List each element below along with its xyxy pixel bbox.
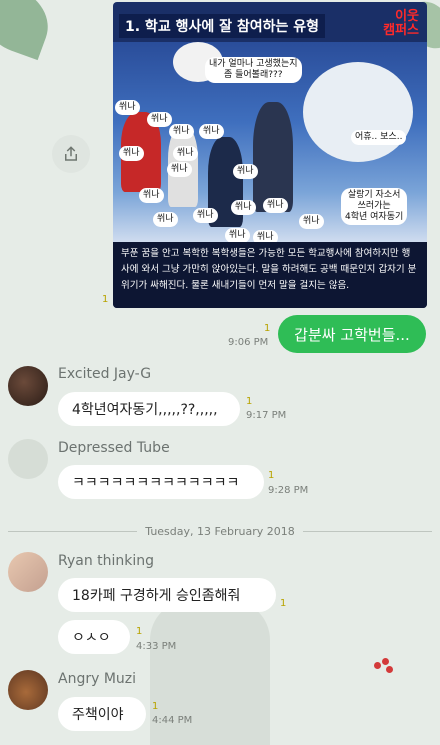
- date-divider: Tuesday, 13 February 2018: [0, 521, 440, 541]
- my-message-bubble[interactable]: 갑분싸 고학번들...: [278, 315, 426, 353]
- message-bubble[interactable]: 주책이야: [58, 697, 146, 731]
- figure: [303, 62, 413, 162]
- whoosh-label: 쒸나: [115, 100, 140, 115]
- message-bubble[interactable]: 4학년여자동기,,,,,??,,,,,: [58, 392, 240, 426]
- background-berry: [382, 658, 389, 665]
- share-button[interactable]: [52, 135, 90, 173]
- speech-bubble: 내가 얼마나 고생했는지 좀 들어볼래???: [205, 57, 302, 83]
- unread-count: 1: [268, 470, 275, 481]
- unread-count: 1: [264, 323, 271, 334]
- divider-line: [302, 530, 433, 532]
- sender-name: Ryan thinking: [58, 553, 155, 569]
- whoosh-label: 쒸나: [153, 212, 178, 227]
- whoosh-label: 쒸나: [299, 214, 324, 229]
- background-berry: [374, 662, 381, 669]
- image-logo: 이웃 캠퍼스: [383, 10, 419, 38]
- background-berry: [386, 666, 393, 673]
- unread-count: 1: [280, 598, 287, 609]
- date-text: Tuesday, 13 February 2018: [145, 524, 295, 538]
- image-caption: 부푼 꿈을 안고 복학한 복학생들은 가능한 모든 학교행사에 참여하지만 행사…: [113, 242, 427, 308]
- whoosh-label: 쒸나: [225, 228, 250, 243]
- message-time: 9:17 PM: [246, 410, 287, 421]
- whoosh-label: 쒸나: [231, 200, 256, 215]
- speech-bubble: 살랑기 자소서 쓰러가는 4학년 여자동기: [341, 188, 408, 225]
- logo-line: 이웃: [395, 9, 419, 24]
- avatar[interactable]: [8, 366, 48, 406]
- message-time: 4:33 PM: [136, 641, 177, 652]
- image-title: 1. 학교 행사에 잘 참여하는 유형: [119, 14, 325, 38]
- whoosh-label: 쒸나: [147, 112, 172, 127]
- divider-line: [8, 530, 138, 532]
- unread-count: 1: [246, 396, 253, 407]
- avatar[interactable]: [8, 670, 48, 710]
- sender-name: Angry Muzi: [58, 671, 137, 687]
- message-bubble[interactable]: ㅋㅋㅋㅋㅋㅋㅋㅋㅋㅋㅋㅋㅋ: [58, 465, 264, 499]
- unread-count: 1: [136, 626, 143, 637]
- unread-count: 1: [152, 701, 159, 712]
- whoosh-label: 쒸나: [173, 146, 198, 161]
- avatar[interactable]: [8, 552, 48, 592]
- share-icon: [65, 146, 77, 161]
- whoosh-label: 쒸나: [233, 164, 258, 179]
- sender-name: Excited Jay-G: [58, 366, 152, 382]
- message-time: 9:28 PM: [268, 485, 309, 496]
- unread-count: 1: [102, 294, 109, 305]
- message-time: 9:06 PM: [228, 337, 269, 348]
- whoosh-label: 쒸나: [167, 162, 192, 177]
- speech-bubble: 어휴.. 보스..: [351, 130, 407, 145]
- whoosh-label: 쒸나: [169, 124, 194, 139]
- logo-line: 캠퍼스: [383, 23, 419, 38]
- sender-name: Depressed Tube: [58, 440, 170, 456]
- whoosh-label: 쒸나: [193, 208, 218, 223]
- message-bubble[interactable]: ㅇㅅㅇ: [58, 620, 130, 654]
- message-time: 4:44 PM: [152, 715, 193, 726]
- image-message[interactable]: 1. 학교 행사에 잘 참여하는 유형 이웃 캠퍼스 내가 얼마나 고생했는지 …: [113, 2, 427, 308]
- figure: [253, 102, 293, 212]
- avatar[interactable]: [8, 439, 48, 479]
- whoosh-label: 쒸나: [119, 146, 144, 161]
- whoosh-label: 쒸나: [139, 188, 164, 203]
- whoosh-label: 쒸나: [199, 124, 224, 139]
- message-bubble[interactable]: 18카페 구경하게 승인좀해줘: [58, 578, 276, 612]
- background-leaf-left: [0, 0, 59, 61]
- whoosh-label: 쒸나: [263, 198, 288, 213]
